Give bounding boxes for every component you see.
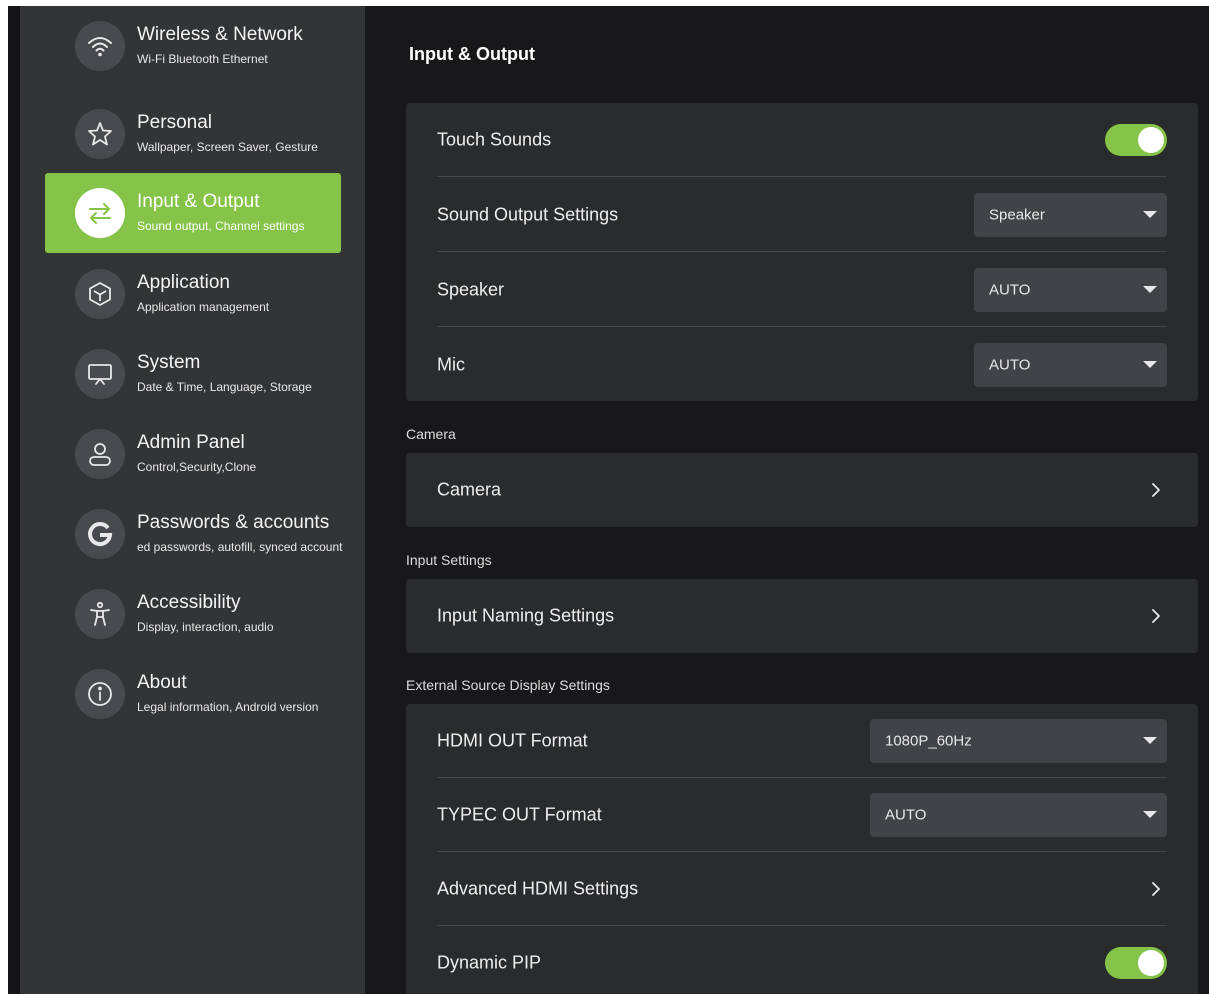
advanced-hdmi-settings-row[interactable]: Advanced HDMI Settings <box>437 852 1167 926</box>
caret-down-icon <box>1143 736 1157 744</box>
star-icon <box>75 109 125 159</box>
hdmi-out-format-row: HDMI OUT Format 1080P_60Hz <box>437 704 1167 778</box>
person-icon <box>75 429 125 479</box>
input-settings-section-label: Input Settings <box>406 552 492 568</box>
sidebar-item-subtitle: Application management <box>137 300 270 314</box>
sidebar-item-subtitle: ed passwords, autofill, synced account <box>137 540 343 554</box>
input-naming-settings-row[interactable]: Input Naming Settings <box>437 579 1167 653</box>
external-source-card: HDMI OUT Format 1080P_60Hz TYPEC OUT For… <box>406 704 1198 994</box>
chevron-right-icon <box>1152 881 1160 896</box>
camera-section-label: Camera <box>406 426 456 442</box>
info-icon <box>75 669 125 719</box>
touch-sounds-toggle[interactable] <box>1105 123 1167 156</box>
dynamic-pip-row[interactable]: Dynamic PIP <box>437 926 1167 994</box>
external-source-section-label: External Source Display Settings <box>406 677 610 693</box>
sidebar-item-system[interactable]: System Date & Time, Language, Storage <box>45 334 341 414</box>
sidebar-item-input-output[interactable]: Input & Output Sound output, Channel set… <box>45 173 341 253</box>
caret-down-icon <box>1143 810 1157 818</box>
dynamic-pip-label: Dynamic PIP <box>437 952 542 973</box>
sidebar-item-title: About <box>137 672 187 693</box>
accessibility-icon <box>75 589 125 639</box>
swap-arrows-icon <box>75 188 125 238</box>
select-value: AUTO <box>989 281 1031 298</box>
select-value: Speaker <box>989 206 1045 223</box>
cube-icon <box>75 269 125 319</box>
sidebar-item-subtitle: Date & Time, Language, Storage <box>137 380 312 394</box>
sidebar-item-about[interactable]: About Legal information, Android version <box>45 654 341 734</box>
sidebar-item-title: Wireless & Network <box>137 24 303 45</box>
sidebar-item-accessibility[interactable]: Accessibility Display, interaction, audi… <box>45 574 341 654</box>
sidebar: Wireless & Network Wi-Fi Bluetooth Ether… <box>8 6 365 994</box>
mic-row: Mic AUTO <box>437 328 1167 402</box>
sidebar-item-title: Admin Panel <box>137 432 245 453</box>
audio-settings-card: Touch Sounds Sound Output Settings Speak… <box>406 103 1198 401</box>
advanced-hdmi-settings-label: Advanced HDMI Settings <box>437 878 639 898</box>
sidebar-item-personal[interactable]: Personal Wallpaper, Screen Saver, Gestur… <box>45 94 341 174</box>
caret-down-icon <box>1143 361 1157 368</box>
sound-output-settings-row: Sound Output Settings Speaker <box>437 178 1167 252</box>
sidebar-item-subtitle: Display, interaction, audio <box>137 620 274 634</box>
sidebar-item-subtitle: Wi-Fi Bluetooth Ethernet <box>137 52 268 66</box>
page-title: Input & Output <box>409 44 535 64</box>
sidebar-item-title: Input & Output <box>137 191 260 212</box>
camera-label: Camera <box>437 479 502 500</box>
hdmi-out-format-select[interactable]: 1080P_60Hz <box>870 718 1167 763</box>
sidebar-item-admin-panel[interactable]: Admin Panel Control,Security,Clone <box>45 414 341 494</box>
toggle-knob <box>1138 950 1164 976</box>
sidebar-item-title: System <box>137 352 201 373</box>
mic-label: Mic <box>437 354 465 375</box>
touch-sounds-label: Touch Sounds <box>437 129 552 149</box>
google-icon <box>75 509 125 559</box>
sidebar-item-application[interactable]: Application Application management <box>45 254 341 334</box>
sidebar-item-title: Personal <box>137 112 212 133</box>
caret-down-icon <box>1143 285 1157 293</box>
sidebar-item-title: Accessibility <box>137 592 241 613</box>
camera-row[interactable]: Camera <box>437 453 1167 527</box>
dynamic-pip-toggle[interactable] <box>1105 947 1167 979</box>
wifi-icon <box>75 21 125 71</box>
settings-window: Wireless & Network Wi-Fi Bluetooth Ether… <box>8 6 1209 994</box>
select-value: 1080P_60Hz <box>885 732 972 749</box>
mic-select[interactable]: AUTO <box>974 343 1167 387</box>
speaker-row: Speaker AUTO <box>437 253 1167 327</box>
speaker-label: Speaker <box>437 279 505 299</box>
sound-output-select[interactable]: Speaker <box>974 192 1167 237</box>
sidebar-item-subtitle: Wallpaper, Screen Saver, Gesture <box>137 140 318 154</box>
sidebar-item-subtitle: Sound output, Channel settings <box>137 219 305 233</box>
input-settings-card: Input Naming Settings <box>406 579 1198 653</box>
chevron-right-icon <box>1152 609 1160 623</box>
toggle-knob <box>1138 126 1164 153</box>
main-panel: Input & Output Touch Sounds Sound Output… <box>365 6 1209 994</box>
sound-output-settings-label: Sound Output Settings <box>437 204 619 224</box>
speaker-select[interactable]: AUTO <box>974 267 1167 312</box>
hdmi-out-format-label: HDMI OUT Format <box>437 730 588 750</box>
typec-out-format-select[interactable]: AUTO <box>870 792 1167 837</box>
sidebar-item-title: Application <box>137 272 230 293</box>
sidebar-item-wireless-network[interactable]: Wireless & Network Wi-Fi Bluetooth Ether… <box>45 6 341 86</box>
input-naming-settings-label: Input Naming Settings <box>437 605 615 626</box>
sidebar-item-passwords-accounts[interactable]: Passwords & accounts ed passwords, autof… <box>45 494 342 574</box>
select-value: AUTO <box>885 806 927 823</box>
camera-card: Camera <box>406 453 1198 527</box>
chevron-right-icon <box>1152 483 1160 497</box>
sidebar-item-subtitle: Control,Security,Clone <box>137 460 257 474</box>
caret-down-icon <box>1143 210 1157 218</box>
typec-out-format-label: TYPEC OUT Format <box>437 804 602 824</box>
monitor-icon <box>75 349 125 399</box>
sidebar-item-subtitle: Legal information, Android version <box>137 700 319 714</box>
typec-out-format-row: TYPEC OUT Format AUTO <box>437 778 1167 852</box>
select-value: AUTO <box>989 356 1031 374</box>
touch-sounds-row[interactable]: Touch Sounds <box>437 103 1167 177</box>
sidebar-item-title: Passwords & accounts <box>137 512 330 533</box>
